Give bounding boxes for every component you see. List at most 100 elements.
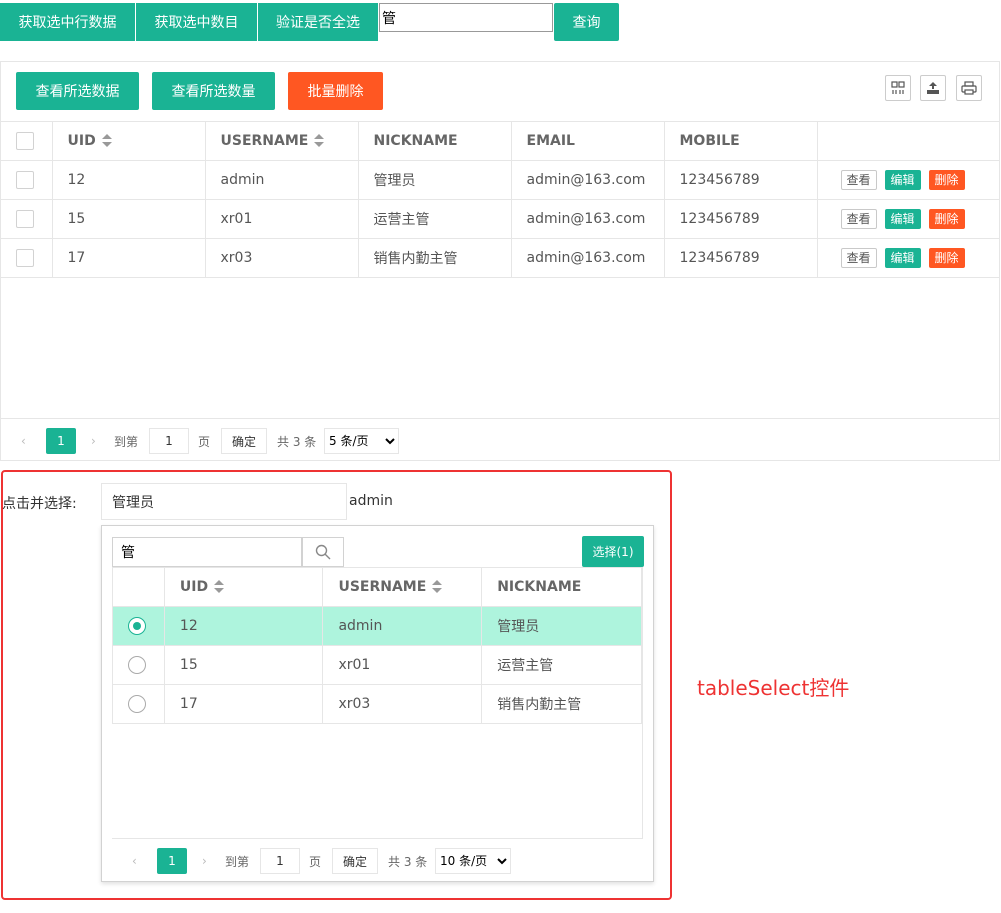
cell-uid: 17 — [164, 684, 324, 724]
row-checkbox[interactable] — [16, 249, 34, 267]
table-border — [642, 567, 643, 839]
cell-mobile: 123456789 — [664, 238, 818, 278]
goto-page-input[interactable] — [260, 848, 300, 874]
view-row-button[interactable]: 查看 — [840, 209, 877, 229]
column-header-actions — [817, 121, 999, 161]
batch-delete-button[interactable]: 批量删除 — [288, 72, 383, 110]
cell-actions: 查看 编辑 删除 — [817, 238, 999, 278]
column-header-username[interactable]: USERNAME — [322, 567, 483, 607]
cell-username: xr03 — [205, 238, 359, 278]
search-icon[interactable] — [302, 537, 344, 567]
row-radio[interactable] — [128, 695, 146, 713]
goto-prefix-label: 到第 — [225, 854, 250, 869]
delete-row-button[interactable]: 删除 — [928, 170, 965, 190]
table-header-row: UID USERNAME NICKNAME EMAIL MOBILE — [1, 121, 999, 161]
view-row-button[interactable]: 查看 — [840, 170, 877, 190]
total-count-label: 共 3 条 — [388, 854, 428, 869]
table-row: 12 admin 管理员 admin@163.com 123456789 查看编… — [1, 160, 999, 200]
column-header-label: USERNAME — [338, 579, 427, 595]
table-header-row: UID USERNAME NICKNAME — [112, 567, 642, 607]
table-select-input[interactable] — [101, 483, 347, 520]
cell-uid: 15 — [52, 199, 206, 239]
cell-nickname: 销售内勤主管 — [358, 238, 512, 278]
view-selected-button[interactable]: 查看所选数据 — [16, 72, 139, 110]
view-row-button[interactable]: 查看 — [840, 248, 877, 268]
column-header-nickname: NICKNAME — [358, 121, 512, 161]
choose-button[interactable]: 选择(1) — [582, 536, 644, 567]
cell-nickname: 销售内勤主管 — [481, 684, 642, 724]
current-page-button[interactable]: 1 — [157, 848, 187, 874]
cell-uid: 15 — [164, 645, 324, 685]
table-row[interactable]: 17 xr03 销售内勤主管 — [112, 684, 642, 724]
query-button[interactable]: 查询 — [554, 3, 619, 41]
columns-filter-icon[interactable] — [885, 75, 911, 101]
sort-icon[interactable] — [101, 134, 112, 148]
check-all-selected-button[interactable]: 验证是否全选 — [258, 3, 379, 41]
goto-confirm-button[interactable]: 确定 — [332, 848, 378, 874]
cell-username: xr03 — [322, 684, 483, 724]
next-page-icon[interactable]: › — [91, 428, 96, 454]
cell-username: admin — [205, 160, 359, 200]
next-page-icon[interactable]: › — [202, 848, 207, 874]
edit-row-button[interactable]: 编辑 — [884, 209, 921, 229]
goto-confirm-button[interactable]: 确定 — [221, 428, 267, 454]
table-row[interactable]: 15 xr01 运营主管 — [112, 645, 642, 685]
get-selected-rows-button[interactable]: 获取选中行数据 — [0, 3, 136, 41]
get-selected-count-button[interactable]: 获取选中数目 — [136, 3, 258, 41]
cell-nickname: 运营主管 — [358, 199, 512, 239]
row-checkbox[interactable] — [16, 210, 34, 228]
delete-row-button[interactable]: 删除 — [928, 248, 965, 268]
cell-username: admin — [322, 606, 483, 646]
column-header-uid[interactable]: UID — [164, 567, 324, 607]
goto-suffix-label: 页 — [309, 854, 322, 869]
row-radio[interactable] — [128, 656, 146, 674]
column-header-username[interactable]: USERNAME — [205, 121, 359, 161]
page-size-select[interactable]: 10 条/页 — [435, 848, 511, 874]
export-icon[interactable] — [920, 75, 946, 101]
cell-mobile: 123456789 — [664, 160, 818, 200]
prev-page-icon[interactable]: ‹ — [21, 428, 26, 454]
column-header-label: USERNAME — [220, 133, 309, 149]
cell-email: admin@163.com — [511, 199, 665, 239]
cell-actions: 查看 编辑 删除 — [817, 199, 999, 239]
dropdown-search-input[interactable] — [112, 537, 302, 567]
cell-nickname: 运营主管 — [481, 645, 642, 685]
sort-icon[interactable] — [214, 580, 225, 594]
print-icon[interactable] — [956, 75, 982, 101]
sort-icon[interactable] — [314, 134, 325, 148]
page-size-select[interactable]: 5 条/页 — [324, 428, 399, 454]
data-grid-panel: 查看所选数据 查看所选数量 批量删除 UID USERNAME NICKNAME… — [0, 61, 1000, 461]
goto-suffix-label: 页 — [198, 434, 211, 449]
edit-row-button[interactable]: 编辑 — [884, 248, 921, 268]
row-radio[interactable] — [128, 617, 146, 635]
goto-prefix-label: 到第 — [114, 434, 139, 449]
row-checkbox[interactable] — [16, 171, 34, 189]
select-all-cell — [1, 121, 53, 161]
delete-row-button[interactable]: 删除 — [928, 209, 965, 229]
column-header-nickname: NICKNAME — [481, 567, 642, 607]
cell-email: admin@163.com — [511, 238, 665, 278]
dropdown-pagination: ‹ 1 › 到第 页 确定 共 3 条 10 条/页 — [112, 838, 642, 880]
cell-nickname: 管理员 — [358, 160, 512, 200]
select-all-checkbox[interactable] — [16, 132, 34, 150]
top-search-input[interactable] — [379, 3, 553, 32]
cell-actions: 查看 编辑 删除 — [817, 160, 999, 200]
table-row[interactable]: 12 admin 管理员 — [112, 606, 642, 646]
prev-page-icon[interactable]: ‹ — [132, 848, 137, 874]
table-select-value: admin — [349, 493, 393, 509]
goto-page-input[interactable] — [149, 428, 189, 454]
edit-row-button[interactable]: 编辑 — [884, 170, 921, 190]
radio-column-header — [112, 567, 165, 607]
column-header-email: EMAIL — [511, 121, 665, 161]
column-header-uid[interactable]: UID — [52, 121, 206, 161]
current-page-button[interactable]: 1 — [46, 428, 76, 454]
grid-pagination: ‹ 1 › 到第 页 确定 共 3 条 5 条/页 — [1, 418, 999, 460]
sort-icon[interactable] — [432, 580, 443, 594]
cell-uid: 12 — [164, 606, 324, 646]
cell-username: xr01 — [322, 645, 483, 685]
dropdown-table: UID USERNAME NICKNAME 12 admin 管理员 15 xr… — [112, 567, 642, 724]
cell-username: xr01 — [205, 199, 359, 239]
table-row: 15 xr01 运营主管 admin@163.com 123456789 查看编… — [1, 199, 999, 239]
table-row: 17 xr03 销售内勤主管 admin@163.com 123456789 查… — [1, 238, 999, 278]
count-selected-button[interactable]: 查看所选数量 — [152, 72, 275, 110]
